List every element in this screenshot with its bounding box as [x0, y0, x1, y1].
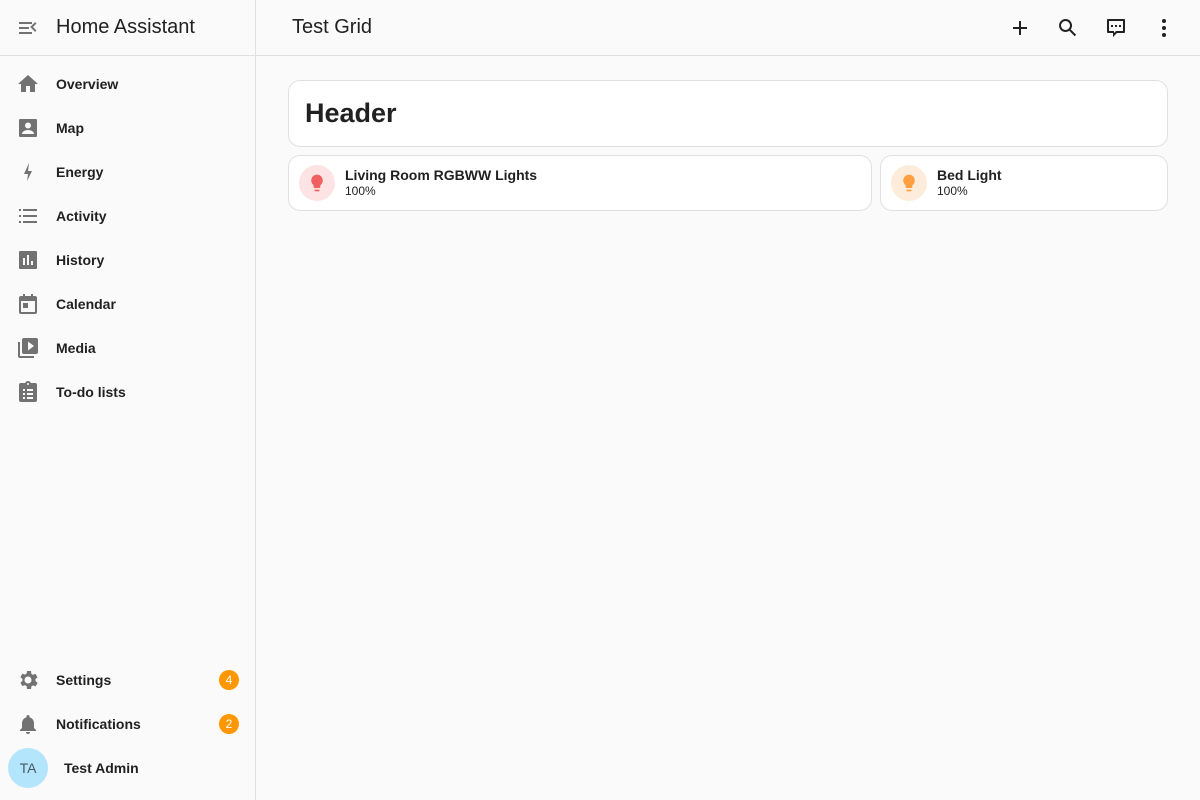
assist-icon [1107, 18, 1125, 37]
sidebar-item-label: Energy [56, 164, 104, 180]
clipboard-icon [0, 380, 56, 404]
media-icon [0, 336, 56, 360]
sidebar-item-calendar[interactable]: Calendar [0, 282, 255, 326]
menu-toggle-button[interactable] [0, 0, 56, 56]
menu-collapse-icon [19, 21, 37, 34]
toolbar-actions [996, 4, 1188, 52]
sidebar-item-overview[interactable]: Overview [0, 62, 255, 106]
tile-living-room-lights[interactable]: Living Room RGBWW Lights 100% [288, 155, 872, 211]
avatar: TA [8, 748, 48, 788]
add-button[interactable] [996, 4, 1044, 52]
header-card: Header [288, 80, 1168, 147]
sidebar-item-label: Calendar [56, 296, 116, 312]
sidebar-item-map[interactable]: Map [0, 106, 255, 150]
sidebar-item-energy[interactable]: Energy [0, 150, 255, 194]
sidebar-item-activity[interactable]: Activity [0, 194, 255, 238]
search-icon [1059, 18, 1077, 36]
lightning-icon [0, 160, 56, 184]
sidebar-item-label: Notifications [56, 716, 141, 732]
sidebar-item-label: History [56, 252, 105, 268]
sidebar-item-label: Activity [56, 208, 107, 224]
tile-info: Living Room RGBWW Lights 100% [345, 167, 537, 199]
user-name: Test Admin [64, 760, 139, 776]
list-icon [0, 204, 56, 228]
assist-button[interactable] [1092, 4, 1140, 52]
tile-bed-light[interactable]: Bed Light 100% [880, 155, 1168, 211]
plus-icon [1013, 20, 1027, 35]
sidebar-item-label: Overview [56, 76, 119, 92]
sidebar-item-history[interactable]: History [0, 238, 255, 282]
sidebar-item-notifications[interactable]: Notifications 2 [0, 702, 255, 746]
sidebar-header: Home Assistant [0, 0, 255, 56]
more-options-button[interactable] [1140, 4, 1188, 52]
sidebar-item-todo[interactable]: To-do lists [0, 370, 255, 414]
sidebar-item-label: To-do lists [56, 384, 126, 400]
tile-state: 100% [937, 184, 968, 198]
header-card-text: Header [305, 98, 397, 128]
settings-badge: 4 [219, 670, 239, 690]
map-icon [0, 116, 56, 140]
gear-icon [0, 668, 56, 692]
sidebar-item-label: Settings [56, 672, 112, 688]
sidebar-item-media[interactable]: Media [0, 326, 255, 370]
lightbulb-icon[interactable] [299, 165, 335, 201]
sidebar: Home Assistant Overview Map Energy Activ… [0, 0, 256, 800]
app-title: Home Assistant [56, 16, 195, 38]
search-button[interactable] [1044, 4, 1092, 52]
sidebar-item-user[interactable]: TA Test Admin [0, 746, 255, 790]
sidebar-nav: Overview Map Energy Activity History Cal… [0, 56, 255, 414]
bell-icon [0, 712, 56, 736]
tile-info: Bed Light 100% [937, 167, 1002, 199]
sidebar-bottom: Settings 4 Notifications 2 TA Test Admin [0, 658, 255, 800]
tile-name: Living Room RGBWW Lights [345, 167, 538, 183]
home-icon [0, 72, 56, 96]
lightbulb-icon[interactable] [891, 165, 927, 201]
sidebar-item-label: Media [56, 340, 96, 356]
tile-name: Bed Light [937, 167, 1002, 183]
sidebar-item-settings[interactable]: Settings 4 [0, 658, 255, 702]
notifications-badge: 2 [219, 714, 239, 734]
chart-icon [0, 248, 56, 272]
dashboard-view: Header Living Room RGBWW Lights 100% Bed… [256, 56, 1200, 800]
page-title: Test Grid [292, 16, 373, 38]
more-vert-icon [1162, 18, 1166, 37]
top-app-bar: Test Grid [256, 0, 1200, 56]
tile-state: 100% [345, 184, 376, 198]
calendar-icon [0, 292, 56, 316]
sidebar-item-label: Map [56, 120, 84, 136]
